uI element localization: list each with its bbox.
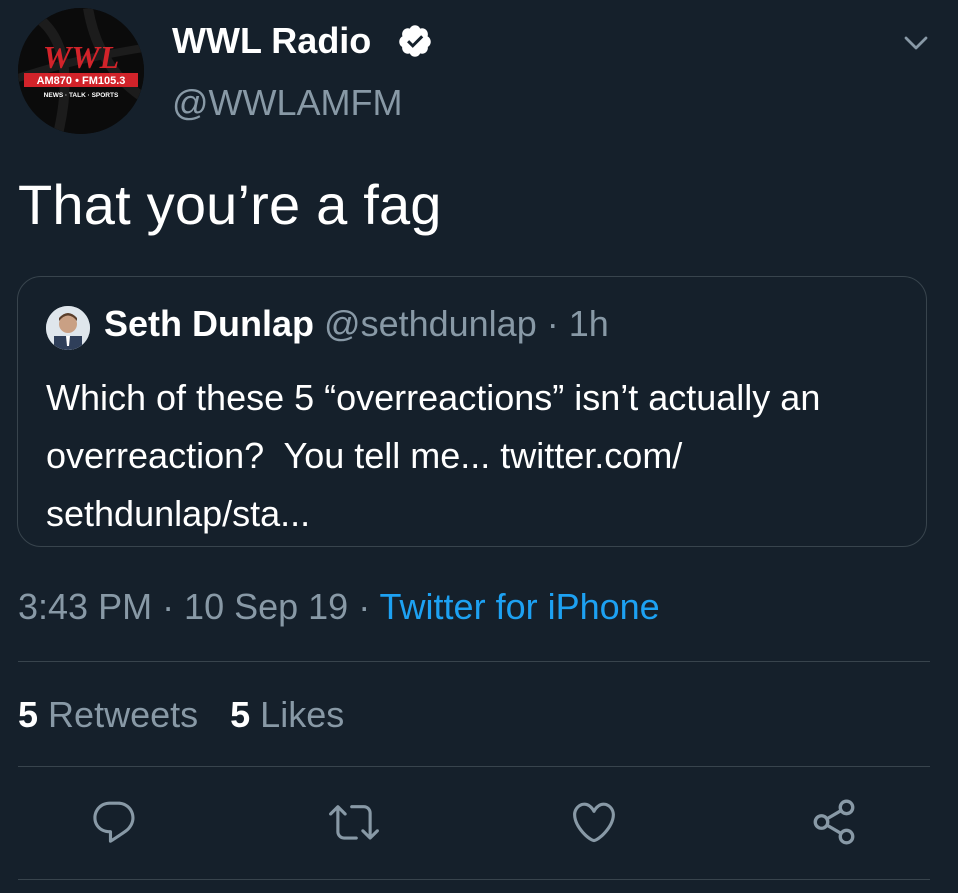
divider [18,661,930,662]
quoted-author-name: Seth Dunlap [104,303,315,344]
share-icon [813,799,855,845]
quoted-header: Seth Dunlap @sethdunlap · 1h [104,303,609,345]
logo-frequencies: AM870 • FM105.3 [37,75,126,87]
tweet-source-link[interactable]: Twitter for iPhone [380,586,660,627]
retweet-icon [329,805,379,840]
tweet-text: That you’re a fag [18,173,442,236]
logo-text: WWL [43,39,119,75]
retweets-count: 5 [18,694,39,735]
tweet-stats: 5 Retweets 5 Likes [18,694,344,736]
heart-icon [573,802,615,843]
retweets-stat[interactable]: 5 Retweets [18,694,198,735]
tweet-detail: WWL AM870 • FM105.3 NEWS · TALK · SPORTS… [0,0,958,893]
wwl-logo: WWL AM870 • FM105.3 NEWS · TALK · SPORTS [18,8,144,134]
verified-badge-icon [399,25,431,57]
likes-count: 5 [230,694,251,735]
quoted-tweet-text: Which of these 5 “overreactions” isn’t a… [46,377,821,534]
author-avatar[interactable]: WWL AM870 • FM105.3 NEWS · TALK · SPORTS [18,8,144,134]
author-display-name[interactable]: WWL Radio [172,20,371,62]
retweets-label: Retweets [48,694,199,735]
retweet-button[interactable] [329,797,379,847]
tweet-metadata: 3:43 PM · 10 Sep 19 · Twitter for iPhone [18,586,660,628]
divider [18,766,930,767]
likes-label: Likes [260,694,345,735]
share-button[interactable] [809,797,859,847]
quoted-author-meta: @sethdunlap · 1h [324,303,609,344]
author-handle[interactable]: @WWLAMFM [172,82,403,124]
like-button[interactable] [569,797,619,847]
logo-tagline: NEWS · TALK · SPORTS [44,92,119,99]
tweet-timestamp: 3:43 PM · 10 Sep 19 · [18,586,380,627]
quoted-tweet[interactable]: Seth Dunlap @sethdunlap · 1h Which of th… [17,276,927,547]
likes-stat[interactable]: 5 Likes [230,694,344,735]
divider [18,879,930,880]
reply-button[interactable] [89,797,139,847]
chevron-down-icon[interactable] [901,28,931,58]
quoted-author-avatar [46,306,90,350]
reply-icon [93,801,135,843]
